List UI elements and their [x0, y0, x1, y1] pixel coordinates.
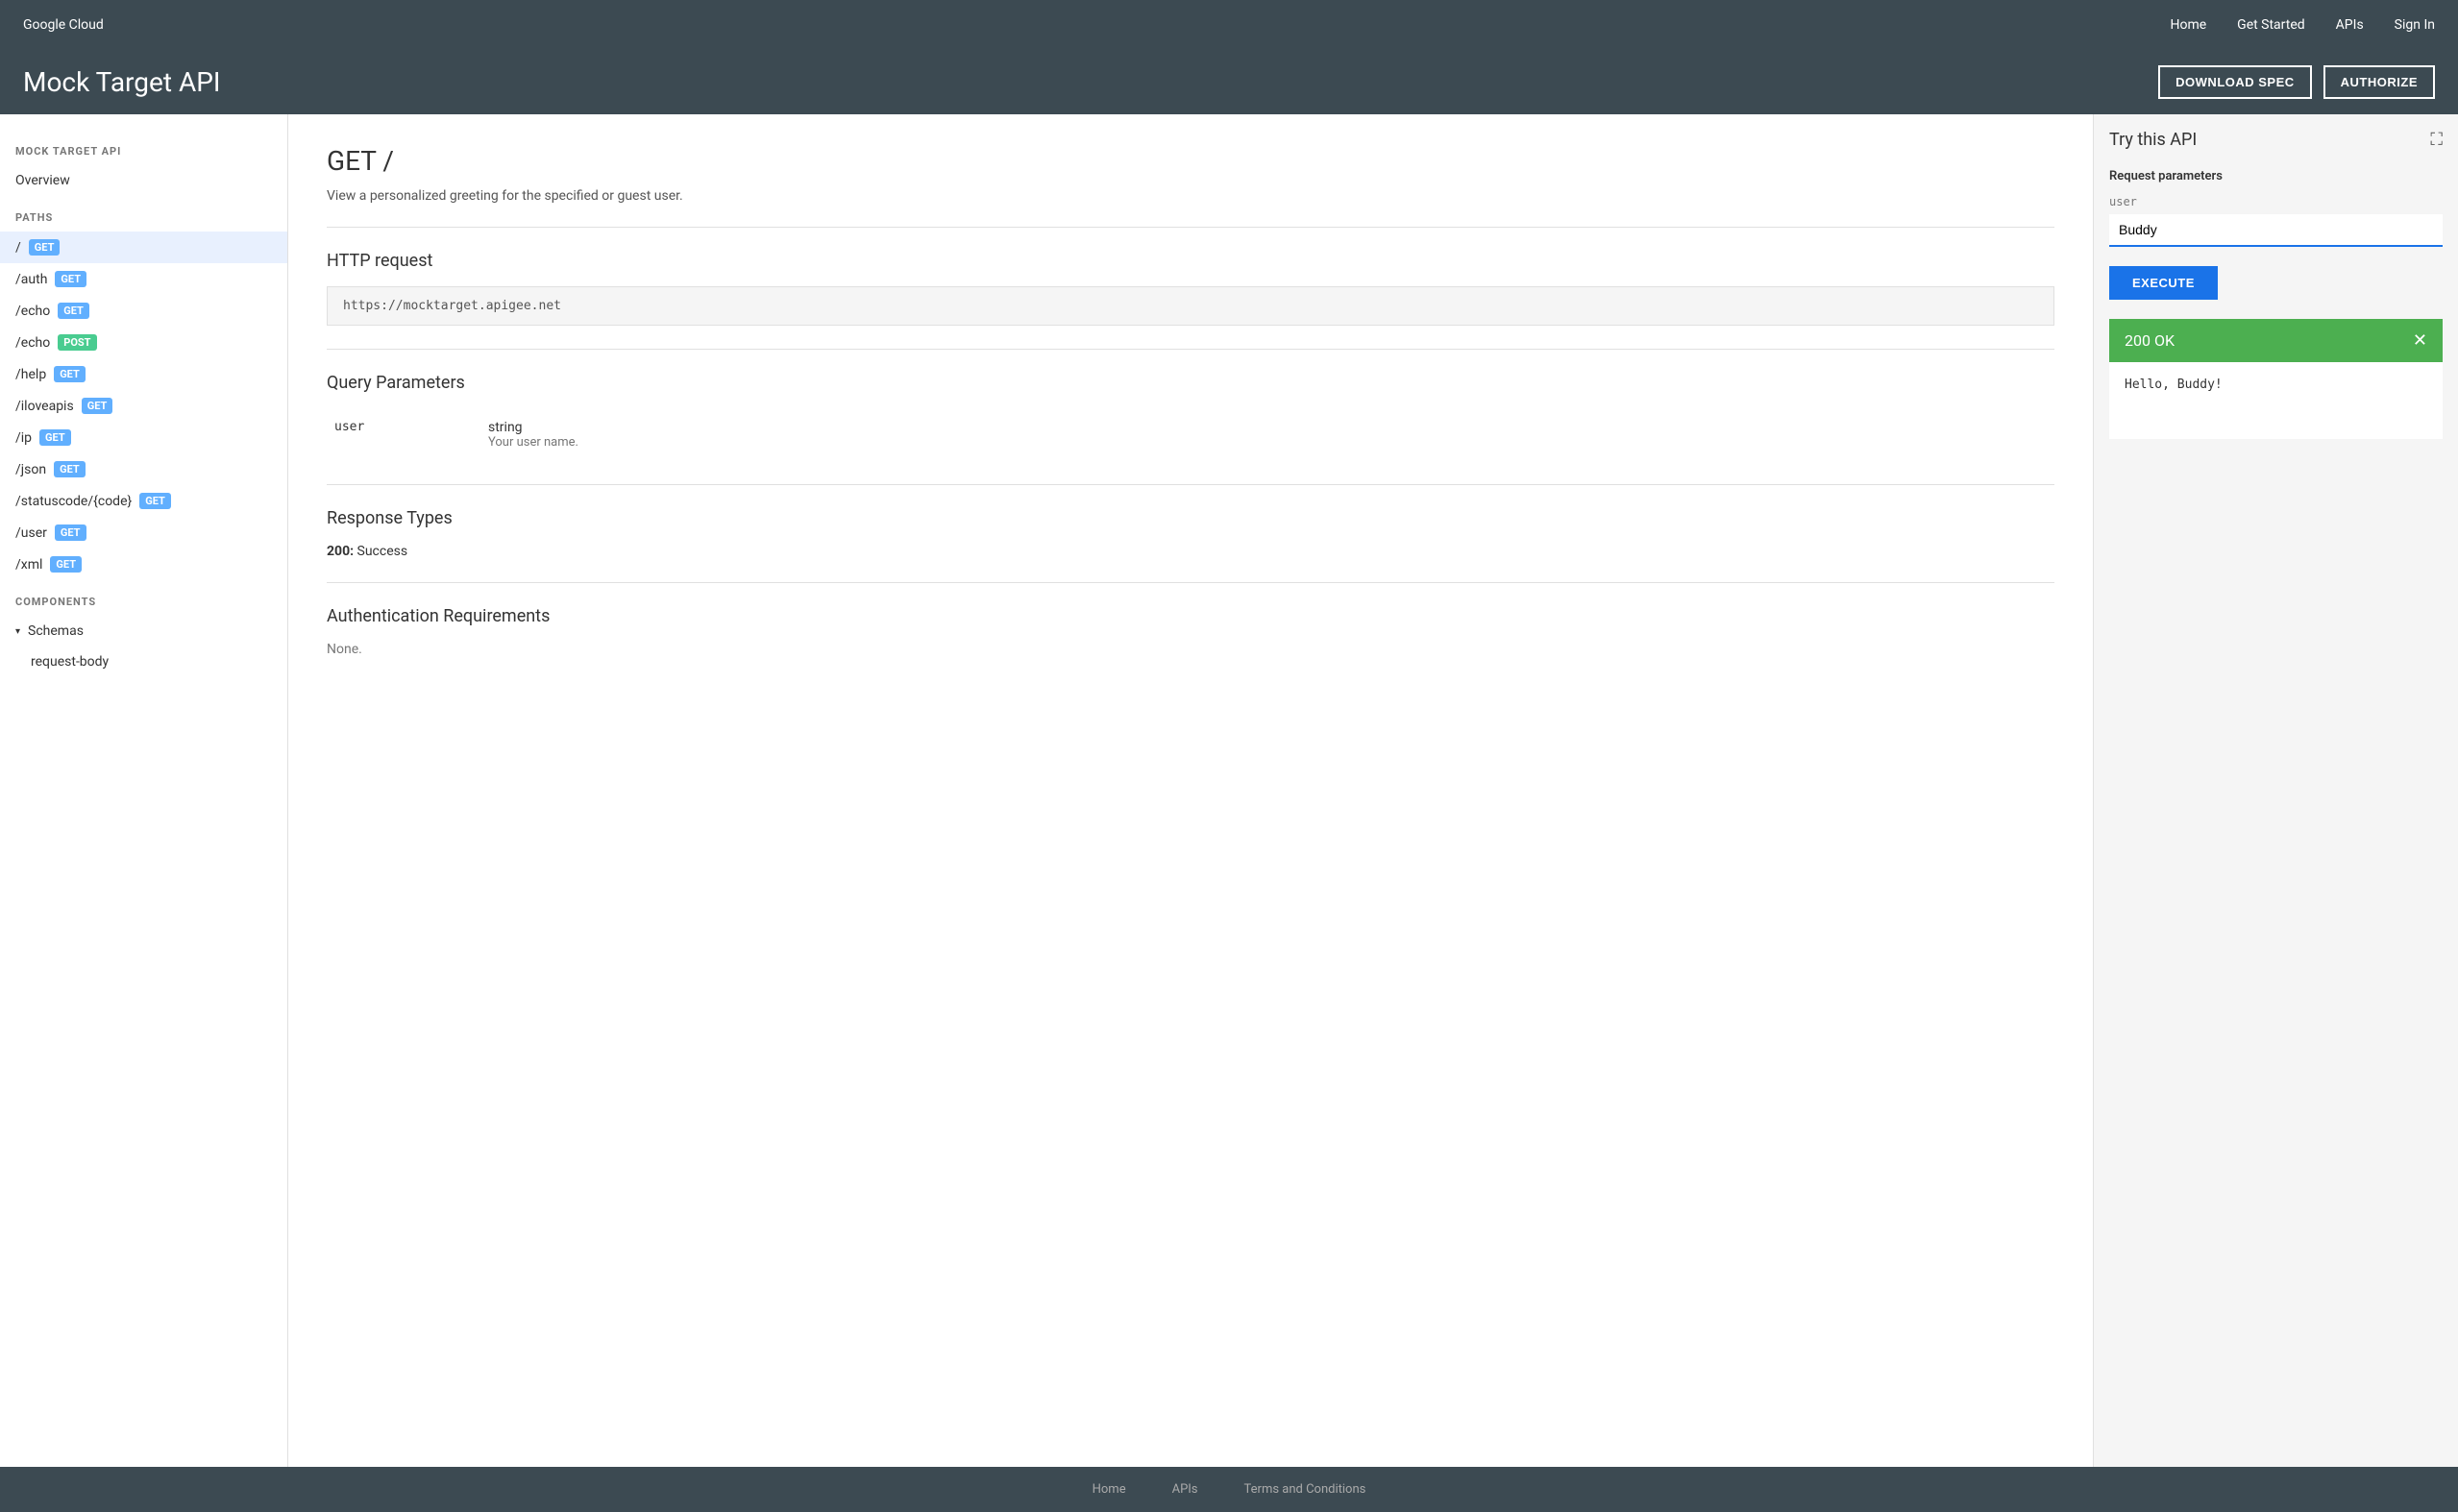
response-200-label: Success: [357, 544, 408, 559]
footer: Home APIs Terms and Conditions: [0, 1467, 2458, 1512]
badge-get-ip: GET: [39, 429, 71, 446]
badge-get-statuscode: GET: [139, 493, 171, 509]
sidebar-path-statuscode: /statuscode/{code}: [15, 494, 132, 509]
badge-get-iloveapis: GET: [82, 398, 113, 414]
auth-title: Authentication Requirements: [327, 606, 2054, 626]
top-nav: Google Cloud Home Get Started APIs Sign …: [0, 0, 2458, 50]
download-spec-button[interactable]: DOWNLOAD SPEC: [2158, 65, 2312, 99]
divider-4: [327, 582, 2054, 583]
sidebar-components-section: COMPONENTS: [0, 580, 287, 616]
sidebar-overview-label: Overview: [15, 173, 70, 188]
sidebar-path-root: /: [15, 240, 21, 256]
expand-icon[interactable]: ⛶: [2430, 130, 2443, 150]
footer-terms[interactable]: Terms and Conditions: [1244, 1482, 1366, 1497]
nav-get-started[interactable]: Get Started: [2237, 17, 2305, 33]
sidebar-path-auth: /auth: [15, 272, 47, 287]
sidebar-item-root-get[interactable]: / GET: [0, 232, 287, 263]
sidebar-request-body-label: request-body: [31, 654, 109, 670]
endpoint-title: GET /: [327, 145, 2054, 177]
nav-sign-in[interactable]: Sign In: [2395, 17, 2435, 33]
sidebar-paths-section: PATHS: [0, 196, 287, 232]
sidebar-expand-icon: ▾: [15, 626, 20, 637]
footer-home[interactable]: Home: [1093, 1482, 1126, 1497]
sidebar-path-echo-get: /echo: [15, 304, 50, 319]
sidebar-item-auth-get[interactable]: /auth GET: [0, 263, 287, 295]
param-name-user: user: [327, 408, 480, 461]
response-status-box: 200 OK ✕: [2109, 319, 2443, 362]
execute-button[interactable]: EXECUTE: [2109, 266, 2218, 300]
authorize-button[interactable]: AUTHORIZE: [2323, 65, 2435, 99]
response-close-icon[interactable]: ✕: [2413, 330, 2427, 351]
badge-get-auth: GET: [55, 271, 86, 287]
google-cloud-logo: Google Cloud: [23, 17, 104, 33]
response-200: 200: Success: [327, 544, 2054, 559]
sidebar-item-echo-get[interactable]: /echo GET: [0, 295, 287, 327]
badge-get-xml: GET: [50, 556, 82, 573]
try-panel-title: Try this API: [2109, 130, 2197, 150]
badge-get-echo: GET: [58, 303, 89, 319]
request-params-section: Request parameters user: [2109, 169, 2443, 266]
sidebar-item-request-body[interactable]: request-body: [0, 646, 287, 677]
badge-get-root: GET: [29, 239, 61, 256]
query-params-title: Query Parameters: [327, 373, 2054, 393]
divider-3: [327, 484, 2054, 485]
sidebar-item-overview[interactable]: Overview: [0, 165, 287, 196]
nav-home[interactable]: Home: [2170, 17, 2206, 33]
content-area: GET / View a personalized greeting for t…: [288, 114, 2093, 1467]
response-types-title: Response Types: [327, 508, 2054, 528]
sidebar-item-json-get[interactable]: /json GET: [0, 453, 287, 485]
sidebar-item-ip-get[interactable]: /ip GET: [0, 422, 287, 453]
try-panel: Try this API ⛶ Request parameters user E…: [2093, 114, 2458, 1467]
title-bar-actions: DOWNLOAD SPEC AUTHORIZE: [2158, 65, 2435, 99]
footer-apis[interactable]: APIs: [1172, 1482, 1198, 1497]
param-desc-user: Your user name.: [488, 435, 2047, 450]
user-input[interactable]: [2109, 214, 2443, 247]
sidebar: MOCK TARGET API Overview PATHS / GET /au…: [0, 114, 288, 1467]
sidebar-item-iloveapis-get[interactable]: /iloveapis GET: [0, 390, 287, 422]
try-panel-header: Try this API ⛶: [2109, 130, 2443, 150]
response-section: 200 OK ✕ Hello, Buddy!: [2109, 319, 2443, 439]
sidebar-path-user: /user: [15, 525, 47, 541]
sidebar-api-section: MOCK TARGET API: [0, 130, 287, 165]
badge-get-user: GET: [55, 524, 86, 541]
badge-post-echo: POST: [58, 334, 96, 351]
sidebar-path-ip: /ip: [15, 430, 32, 446]
param-table: user string Your user name.: [327, 408, 2054, 461]
page-title: Mock Target API: [23, 66, 221, 98]
divider-2: [327, 349, 2054, 350]
nav-apis[interactable]: APIs: [2336, 17, 2364, 33]
title-bar: Mock Target API DOWNLOAD SPEC AUTHORIZE: [0, 50, 2458, 114]
http-request-title: HTTP request: [327, 251, 2054, 271]
http-url-box: https://mocktarget.apigee.net: [327, 286, 2054, 326]
user-param-label: user: [2109, 195, 2443, 208]
sidebar-path-json: /json: [15, 462, 46, 477]
sidebar-path-help: /help: [15, 367, 46, 382]
sidebar-item-help-get[interactable]: /help GET: [0, 358, 287, 390]
sidebar-path-iloveapis: /iloveapis: [15, 399, 74, 414]
sidebar-schemas-label: Schemas: [28, 623, 84, 639]
main-layout: MOCK TARGET API Overview PATHS / GET /au…: [0, 114, 2458, 1467]
sidebar-path-echo-post: /echo: [15, 335, 50, 351]
divider-1: [327, 227, 2054, 228]
sidebar-item-user-get[interactable]: /user GET: [0, 517, 287, 549]
response-200-code: 200:: [327, 544, 354, 559]
response-status-text: 200 OK: [2125, 331, 2175, 350]
sidebar-item-schemas[interactable]: ▾ Schemas: [0, 616, 287, 646]
top-nav-links: Home Get Started APIs Sign In: [2170, 17, 2435, 33]
sidebar-item-echo-post[interactable]: /echo POST: [0, 327, 287, 358]
sidebar-item-statuscode-get[interactable]: /statuscode/{code} GET: [0, 485, 287, 517]
table-row: user string Your user name.: [327, 408, 2054, 461]
auth-none: None.: [327, 642, 2054, 657]
param-type-user: string: [488, 420, 2047, 435]
endpoint-description: View a personalized greeting for the spe…: [327, 188, 2054, 204]
sidebar-path-xml: /xml: [15, 557, 42, 573]
badge-get-json: GET: [54, 461, 86, 477]
request-params-label: Request parameters: [2109, 169, 2443, 183]
sidebar-item-xml-get[interactable]: /xml GET: [0, 549, 287, 580]
badge-get-help: GET: [54, 366, 86, 382]
response-body: Hello, Buddy!: [2109, 362, 2443, 439]
